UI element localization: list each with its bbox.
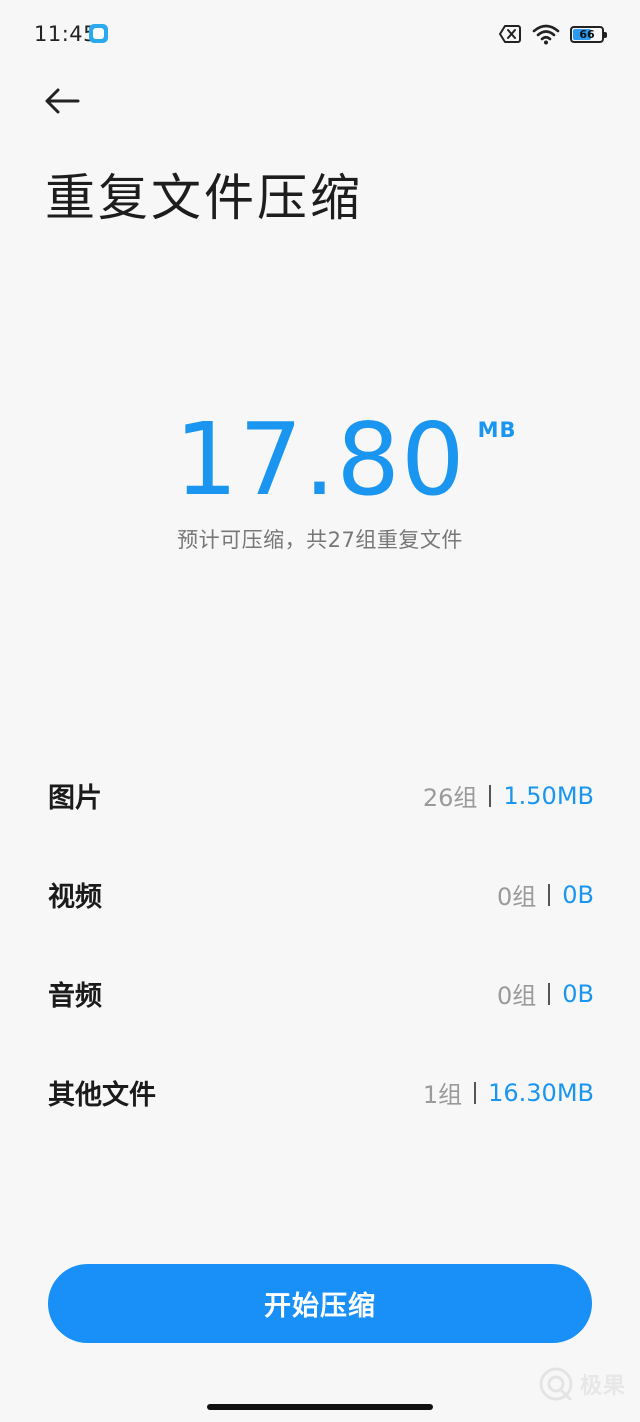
- compressible-amount-value: 17.80: [174, 401, 466, 518]
- summary-caption: 预计可压缩，共27组重复文件: [177, 528, 463, 552]
- category-count: 1组: [422, 1081, 463, 1109]
- divider: [548, 883, 551, 906]
- category-row-other-files[interactable]: 其他文件 1组 16.30MB: [48, 1043, 594, 1142]
- watermark-text: 极果: [579, 1374, 626, 1399]
- category-stats: 26组 1.50MB: [423, 778, 594, 813]
- page-title: 重复文件压缩: [45, 169, 363, 227]
- compressible-amount-unit: MB: [477, 418, 517, 442]
- compression-summary: 17.80 MB 预计可压缩，共27组重复文件: [0, 400, 640, 554]
- category-list: 图片 26组 1.50MB 视频 0组 0B 音频 0组 0B 其他文件 1组 …: [48, 746, 594, 1142]
- back-button[interactable]: [36, 78, 88, 124]
- arrow-left-icon: [45, 88, 80, 114]
- category-count: 0组: [496, 883, 537, 911]
- start-compress-button[interactable]: 开始压缩: [48, 1264, 592, 1343]
- divider: [548, 982, 551, 1005]
- status-time: 11:45: [34, 22, 98, 46]
- battery-level-label: 66: [579, 27, 595, 41]
- sim-disabled-icon: [499, 25, 521, 43]
- category-count: 0组: [496, 982, 537, 1010]
- watermark: 极果: [538, 1366, 626, 1402]
- wifi-icon: [532, 24, 560, 45]
- category-count: 26组: [422, 784, 478, 812]
- category-name: 视频: [48, 882, 102, 913]
- category-size: 0B: [562, 880, 594, 909]
- category-row-images[interactable]: 图片 26组 1.50MB: [48, 746, 594, 845]
- divider: [489, 784, 492, 807]
- category-name: 其他文件: [48, 1080, 156, 1111]
- category-size: 0B: [562, 979, 594, 1008]
- status-bar: 11:45 66: [0, 0, 640, 70]
- category-stats: 0组 0B: [497, 877, 594, 912]
- category-row-videos[interactable]: 视频 0组 0B: [48, 845, 594, 944]
- category-size: 1.50MB: [503, 781, 594, 810]
- category-stats: 1组 16.30MB: [423, 1075, 594, 1110]
- battery-icon: 66: [570, 25, 607, 43]
- watermark-logo-icon: [539, 1367, 573, 1401]
- category-name: 图片: [48, 783, 102, 814]
- status-icons: 66: [498, 22, 607, 46]
- compressible-amount: 17.80 MB: [174, 400, 515, 520]
- category-size: 16.30MB: [488, 1078, 594, 1107]
- app-notification-icon: [89, 24, 108, 43]
- home-indicator[interactable]: [207, 1404, 433, 1410]
- category-row-audio[interactable]: 音频 0组 0B: [48, 944, 594, 1043]
- category-name: 音频: [48, 981, 102, 1012]
- divider: [474, 1081, 477, 1104]
- category-stats: 0组 0B: [497, 976, 594, 1011]
